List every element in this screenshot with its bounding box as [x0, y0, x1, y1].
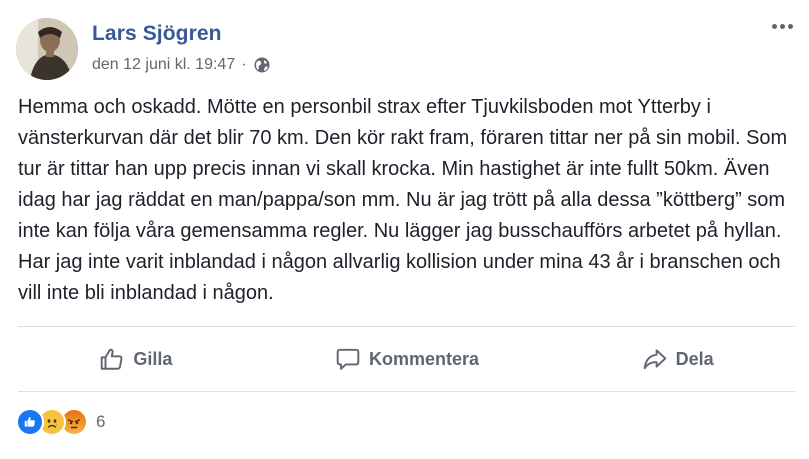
post-actions: Gilla Kommentera Dela — [18, 334, 795, 384]
more-dot-icon — [772, 24, 777, 29]
more-dot-icon — [788, 24, 793, 29]
like-label: Gilla — [133, 348, 173, 369]
comment-button[interactable]: Kommentera — [323, 340, 491, 378]
author-name[interactable]: Lars Sjögren — [92, 22, 222, 46]
globe-icon[interactable] — [253, 56, 271, 74]
share-label: Dela — [675, 348, 714, 369]
divider — [18, 391, 795, 392]
post-meta: den 12 juni kl. 19:47 · — [92, 56, 271, 74]
facebook-post: Lars Sjögren den 12 juni kl. 19:47 · Hem… — [0, 0, 809, 459]
reactions-summary[interactable]: 6 — [16, 408, 105, 436]
like-reaction-icon — [16, 408, 44, 436]
like-button[interactable]: Gilla — [87, 340, 184, 378]
thumbs-up-icon — [101, 348, 123, 370]
share-button[interactable]: Dela — [630, 340, 726, 378]
comment-icon — [336, 348, 360, 370]
reaction-count[interactable]: 6 — [96, 412, 105, 432]
post-timestamp[interactable]: den 12 juni kl. 19:47 — [92, 56, 235, 74]
comment-label: Kommentera — [368, 348, 479, 369]
more-options-button[interactable] — [772, 24, 793, 29]
share-icon — [643, 349, 666, 370]
avatar-photo — [16, 18, 78, 80]
avatar[interactable] — [16, 18, 78, 80]
more-dot-icon — [780, 24, 785, 29]
post-body: Hemma och oskadd. Mötte en personbil str… — [18, 96, 788, 304]
divider — [18, 326, 795, 327]
meta-separator: · — [241, 56, 247, 73]
